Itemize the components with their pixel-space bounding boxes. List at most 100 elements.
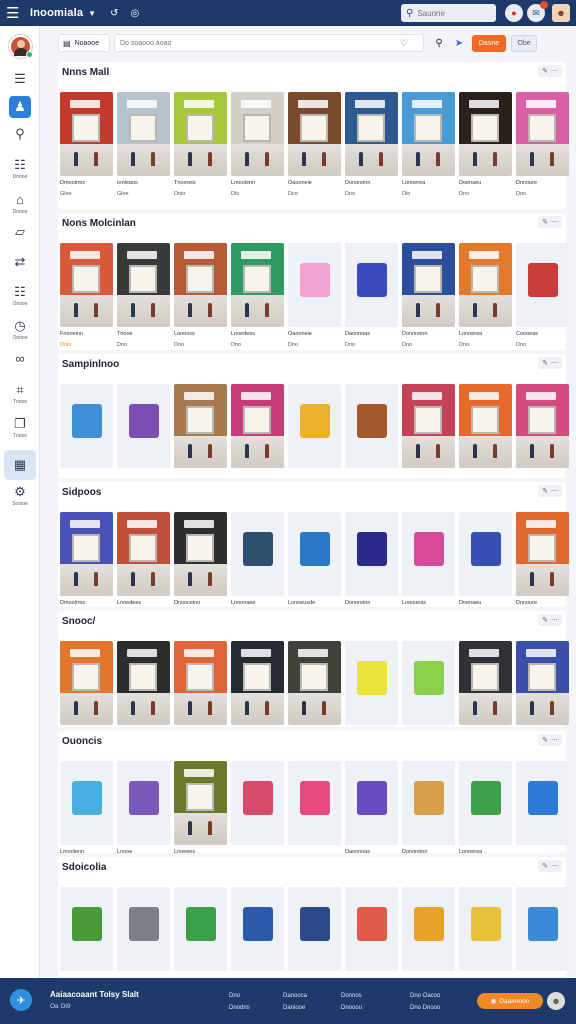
store-card[interactable] (516, 887, 569, 971)
store-card[interactable]: DnnoureDno (516, 92, 569, 197)
store-card[interactable] (60, 384, 113, 468)
store-card[interactable]: LnoeeesDno (174, 761, 227, 866)
store-card[interactable] (459, 887, 512, 971)
store-card[interactable] (402, 887, 455, 971)
more-icon[interactable]: ⋯ (551, 736, 558, 744)
user-avatar[interactable]: ☻ (552, 4, 570, 22)
store-card[interactable]: Oaooneie Dno (288, 243, 341, 348)
store-card[interactable]: DoenaeuDno (459, 92, 512, 197)
footer-avatar[interactable]: ☻ (547, 992, 565, 1010)
store-card[interactable]: DmooirmsDno (60, 512, 113, 617)
store-card[interactable] (516, 761, 569, 866)
options-button[interactable]: Obe (511, 34, 537, 52)
store-card[interactable]: LnoedeesDno (231, 243, 284, 348)
bookmark-icon[interactable]: ♡ (400, 38, 408, 49)
edit-icon[interactable]: ✎ (542, 359, 548, 367)
global-search-input[interactable] (417, 8, 488, 18)
store-card[interactable]: Lonoerea Dlo (402, 92, 455, 197)
more-icon[interactable]: ⋯ (551, 487, 558, 495)
store-card[interactable]: Lonooss Dno (174, 243, 227, 348)
store-card[interactable]: Lonoerea Dno (459, 243, 512, 348)
store-card[interactable]: Dmooirms Gloe (60, 92, 113, 197)
sidebar-item-store[interactable]: ♟ (4, 96, 36, 118)
store-card[interactable]: DonoreinnDno (402, 243, 455, 348)
section-tools[interactable]: ✎ ⋯ (538, 485, 562, 497)
store-card[interactable]: LnoedeesDno (117, 512, 170, 617)
store-card[interactable] (288, 641, 341, 725)
footer-link[interactable]: Daniooe (283, 1002, 307, 1014)
filter-dropdown[interactable]: ▤ Noaooe (58, 34, 110, 52)
more-icon[interactable]: ⋯ (551, 218, 558, 226)
footer-link[interactable]: Dnodns (229, 1002, 250, 1014)
footer-link[interactable]: Dno (229, 990, 250, 1002)
messages-icon[interactable]: ✉ (527, 1, 548, 22)
store-card[interactable] (345, 641, 398, 725)
store-card[interactable] (60, 641, 113, 725)
content-search-box[interactable]: ♡ (114, 34, 424, 52)
edit-icon[interactable]: ✎ (542, 616, 548, 624)
store-card[interactable] (402, 641, 455, 725)
sidebar-item-clock[interactable]: ◷ Onooe (4, 318, 36, 341)
store-card[interactable]: Ionleaos Gloe (117, 92, 170, 197)
edit-icon[interactable]: ✎ (542, 862, 548, 870)
section-tools[interactable]: ✎ ⋯ (538, 734, 562, 746)
store-card[interactable]: DonoreinnDno (345, 512, 398, 617)
store-card[interactable] (117, 887, 170, 971)
store-card[interactable] (288, 887, 341, 971)
section-tools[interactable]: ✎ ⋯ (538, 216, 562, 228)
globe-icon[interactable]: ◎ (130, 8, 139, 19)
store-card[interactable] (459, 641, 512, 725)
store-card[interactable]: Tnooe Dno (117, 243, 170, 348)
more-icon[interactable]: ⋯ (551, 616, 558, 624)
sidebar-item-lock[interactable]: ❐ Tnooe (4, 416, 36, 439)
edit-icon[interactable]: ✎ (542, 487, 548, 495)
store-card[interactable]: DnooceinoDno (174, 512, 227, 617)
store-card[interactable] (345, 887, 398, 971)
store-card[interactable]: LmoolennDno (60, 761, 113, 866)
store-card[interactable]: Fnooeinn Dnio (60, 243, 113, 348)
store-card[interactable]: LoooueasDno (402, 512, 455, 617)
menu-icon[interactable]: ☰ (6, 4, 24, 22)
store-card[interactable] (231, 761, 284, 866)
search-button[interactable]: Dasne (472, 34, 506, 52)
store-card[interactable] (345, 384, 398, 468)
sync-icon[interactable]: ↺ (110, 8, 118, 19)
more-icon[interactable]: ⋯ (551, 862, 558, 870)
store-card[interactable]: LonoeusdeDno (288, 512, 341, 617)
store-card[interactable]: Oaooneie Dco (288, 92, 341, 197)
store-card[interactable]: LnoonaeeDno (231, 512, 284, 617)
footer-link[interactable]: Dnooou (341, 1002, 362, 1014)
sidebar-item-share[interactable]: ⇄ (4, 254, 36, 270)
store-card[interactable] (459, 384, 512, 468)
store-card[interactable] (288, 384, 341, 468)
footer-link[interactable]: Donnos (341, 990, 362, 1002)
store-card[interactable] (516, 641, 569, 725)
store-card[interactable]: DnnoureDno (516, 512, 569, 617)
search-icon[interactable]: ⚲ (430, 34, 448, 52)
footer-cta-button[interactable]: ◉ Daaeooon (477, 993, 543, 1009)
store-card[interactable] (174, 641, 227, 725)
edit-icon[interactable]: ✎ (542, 736, 548, 744)
store-card[interactable] (174, 384, 227, 468)
store-card[interactable] (516, 384, 569, 468)
store-card[interactable] (231, 887, 284, 971)
store-card[interactable] (174, 887, 227, 971)
chevron-down-icon[interactable]: ▼ (88, 9, 96, 18)
footer-link[interactable]: Danooca (283, 990, 307, 1002)
sidebar-item-map[interactable]: ▱ (4, 224, 36, 240)
footer-link[interactable]: Dno Dnooo (410, 1002, 440, 1014)
sidebar-item-calendar[interactable]: ⌗ Tnooe (4, 382, 36, 405)
store-card[interactable]: Daoonnas Dno (345, 243, 398, 348)
sidebar-item-menu[interactable]: ☰ (4, 71, 36, 87)
sidebar-item-settings[interactable]: ⚙ Sooioe (4, 484, 36, 507)
sidebar-item-chart[interactable]: ☷ Onooe (4, 284, 36, 307)
store-card[interactable]: Coooeas Dno (516, 243, 569, 348)
notification-icon[interactable]: ● (505, 4, 523, 22)
sidebar-item-document[interactable]: ☷ Dnooe (4, 157, 36, 180)
section-tools[interactable]: ✎ ⋯ (538, 357, 562, 369)
store-card[interactable]: DoenaeuDno (459, 512, 512, 617)
sidebar-item-bag[interactable]: ⌂ Dnooe (4, 192, 36, 215)
store-card[interactable] (60, 887, 113, 971)
store-card[interactable]: LnooeDno (117, 761, 170, 866)
section-tools[interactable]: ✎ ⋯ (538, 614, 562, 626)
